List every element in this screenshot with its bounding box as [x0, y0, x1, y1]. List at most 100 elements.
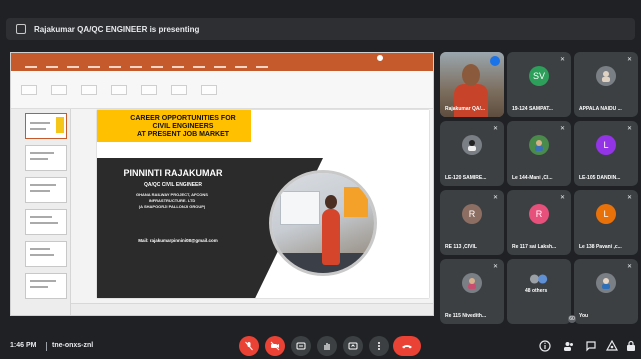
participant-name: RE 113 ,CIVIL [445, 244, 477, 250]
others-count: 48 others [525, 288, 548, 294]
participant-tile[interactable]: ✕ L LE-105 DANDIN... [574, 121, 638, 186]
others-avatars [529, 269, 549, 289]
title-line: AT PRESENT JOB MARKET [136, 131, 230, 138]
slide-title: CAREER OPPORTUNITIES FOR CIVIL ENGINEERS… [97, 115, 269, 139]
host-controls-button[interactable] [624, 339, 638, 353]
end-call-button[interactable] [393, 336, 421, 356]
participant-name: Re 117 sai Laksh... [512, 244, 557, 250]
meeting-code: tne-onxs-znl [52, 342, 94, 349]
participant-name: APPALA NAIDU ... [579, 106, 622, 112]
presenter-role: QA/QC CIVIL ENGINEER [144, 182, 202, 188]
chat-button[interactable] [584, 339, 598, 353]
raise-hand-button[interactable] [317, 336, 337, 356]
avatar: L [596, 135, 616, 155]
participant-name: Re 115 Nivedith... [445, 313, 487, 319]
slide-thumbnail [25, 113, 67, 139]
project-line: (A SHAPOORJI PALLONJI GROUP) [138, 204, 206, 209]
host-controls-icon [627, 340, 635, 351]
more-options-icon [378, 342, 380, 350]
avatar [596, 66, 616, 86]
presenting-banner: Rajakumar QA/QC ENGINEER is presenting [6, 18, 635, 40]
current-slide: CAREER OPPORTUNITIES FOR CIVIL ENGINEERS… [97, 110, 429, 298]
avatar [462, 135, 482, 155]
avatar [596, 273, 616, 293]
participant-tile[interactable]: Rajakumar QA/... [440, 52, 504, 117]
avatar: R [529, 204, 549, 224]
participant-name: LE-105 DANDIN... [579, 175, 621, 181]
activities-icon [606, 340, 618, 351]
avatar: SV [529, 66, 549, 86]
ppt-ribbon [11, 71, 433, 109]
end-call-icon [402, 345, 412, 349]
participant-tile[interactable]: ✕ R Re 117 sai Laksh... [507, 190, 571, 255]
present-screen-icon [348, 342, 358, 350]
participant-tile[interactable]: ✕ L Le 138 Pavani ,c... [574, 190, 638, 255]
mic-muted-icon: ✕ [626, 126, 633, 132]
mic-toggle-button[interactable] [239, 336, 259, 356]
camera-off-icon [270, 341, 280, 351]
participant-name: LE-120 SAMIRE... [445, 175, 487, 181]
presenter-project: GHANA RAILWAY PROJECT, AFCONS INFRASTRUC… [111, 192, 233, 210]
participant-tile[interactable]: ✕ SV 19-124 SAMPAT... [507, 52, 571, 117]
presenter-email: Mail: rajakumarpinnini08@gmail.com [138, 238, 218, 243]
mic-muted-icon: ✕ [626, 195, 633, 201]
mic-muted-icon: ✕ [559, 57, 566, 63]
slide-thumbnail [25, 241, 67, 267]
participant-name: Le 138 Pavani ,c... [579, 244, 622, 250]
captions-button[interactable] [291, 336, 311, 356]
presenter-name: PINNINTI RAJAKUMAR [123, 168, 223, 178]
slide-thumbnail [25, 273, 67, 299]
ppt-title-bar [11, 53, 433, 63]
title-line: CAREER OPPORTUNITIES FOR [130, 115, 236, 122]
participant-tile[interactable]: ✕ You [574, 259, 638, 324]
title-line: CIVIL ENGINEERS [152, 123, 214, 130]
present-button[interactable] [343, 336, 363, 356]
avatar [529, 135, 549, 155]
presenting-text: Rajakumar QA/QC ENGINEER is presenting [34, 24, 200, 34]
activities-button[interactable] [605, 339, 619, 353]
present-screen-icon [16, 24, 26, 34]
participant-tile[interactable]: 48 others [507, 259, 571, 324]
mic-muted-icon: ✕ [559, 126, 566, 132]
mic-muted-icon: ✕ [492, 126, 499, 132]
mic-muted-icon: ✕ [626, 264, 633, 270]
participant-name: 19-124 SAMPAT... [512, 106, 553, 112]
shared-screen: CAREER OPPORTUNITIES FOR CIVIL ENGINEERS… [10, 52, 434, 316]
people-count-badge: 60 [568, 315, 576, 323]
mic-off-icon [245, 341, 253, 351]
speaking-indicator-icon [490, 56, 500, 66]
divider [46, 342, 47, 351]
ppt-menu-bar [11, 63, 433, 71]
meeting-info-button[interactable] [538, 339, 552, 353]
slide-thumbnail [25, 177, 67, 203]
avatar: L [596, 204, 616, 224]
notes-bar [71, 303, 433, 315]
mic-muted-icon: ✕ [559, 195, 566, 201]
people-button[interactable] [562, 339, 576, 353]
avatar: R [462, 204, 482, 224]
call-controls-bar: 1:46 PM tne-onxs-znl [0, 333, 641, 359]
account-avatar-icon [377, 55, 383, 61]
participant-tile[interactable]: ✕ Re 115 Nivedith... [440, 259, 504, 324]
participant-tile[interactable]: ✕ LE-120 SAMIRE... [440, 121, 504, 186]
participant-name: Rajakumar QA/... [445, 106, 486, 112]
participant-name: Le 144-Mani ,Cl... [512, 175, 553, 181]
slide-thumbnail [25, 209, 67, 235]
participant-tile[interactable]: ✕ R RE 113 ,CIVIL [440, 190, 504, 255]
people-icon [564, 342, 573, 351]
mic-muted-icon: ✕ [492, 195, 499, 201]
participant-tile[interactable]: ✕ APPALA NAIDU ... [574, 52, 638, 117]
raise-hand-icon [324, 343, 330, 350]
participant-name: You [579, 313, 589, 319]
camera-toggle-button[interactable] [265, 336, 285, 356]
mic-muted-icon: ✕ [626, 57, 633, 63]
video-feed [462, 64, 480, 86]
presenter-photo [269, 170, 377, 276]
clock: 1:46 PM [10, 342, 37, 349]
mic-muted-icon: ✕ [492, 264, 499, 270]
slide-thumbnails [11, 109, 71, 315]
avatar [462, 273, 482, 293]
video-feed [454, 84, 488, 117]
more-options-button[interactable] [369, 336, 389, 356]
participant-tile[interactable]: ✕ Le 144-Mani ,Cl... [507, 121, 571, 186]
